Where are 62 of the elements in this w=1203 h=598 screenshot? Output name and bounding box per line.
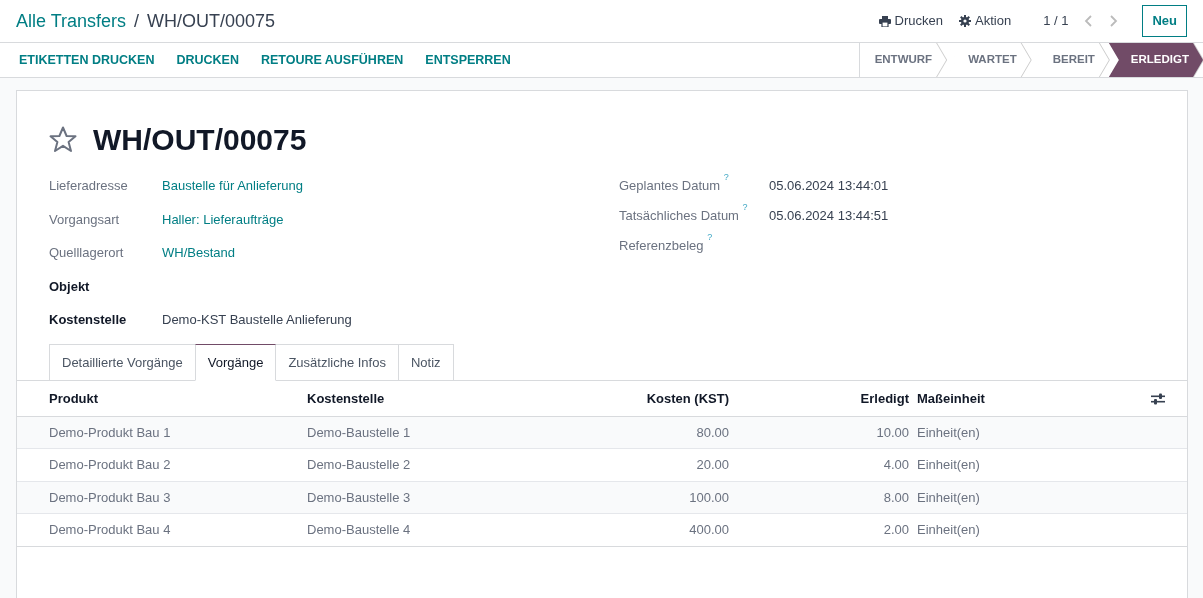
field-label: Geplantes Datum (619, 178, 721, 193)
action-bar-button[interactable]: DRUCKEN (165, 50, 250, 70)
table-cell: Demo-Baustelle 4 (303, 513, 553, 546)
new-button[interactable]: Neu (1142, 5, 1187, 37)
field-label: Referenzbeleg (619, 238, 704, 253)
star-icon[interactable] (49, 126, 77, 153)
table-cell: Demo-Produkt Bau 1 (17, 416, 303, 449)
table-cell: Demo-Produkt Bau 3 (17, 481, 303, 514)
table-cell: 10.00 (733, 416, 913, 449)
print-icon (878, 15, 891, 27)
table-cell: Einheit(en) (913, 481, 1147, 514)
print-button[interactable]: Drucken (878, 11, 943, 31)
field-value: 05.06.2024 13:44:01 (769, 177, 889, 195)
field-label: Kostenstelle (49, 311, 128, 329)
status-stage[interactable]: ERLEDIGT (1108, 43, 1203, 77)
breadcrumb-link[interactable]: Alle Transfers (16, 7, 127, 35)
record-title: WH/OUT/00075 (93, 122, 307, 158)
action-button[interactable]: Aktion (959, 11, 1012, 31)
table-cell: Demo-Produkt Bau 2 (17, 448, 303, 481)
table-cell: Einheit(en) (913, 416, 1147, 449)
field-link[interactable]: Baustelle für Anlieferung (162, 176, 303, 210)
breadcrumb-separator: / (134, 9, 140, 33)
column-header[interactable]: Kosten (KST) (553, 381, 733, 416)
table-cell: 2.00 (733, 513, 913, 546)
help-tooltip[interactable]: ? (723, 172, 729, 183)
table-cell: 400.00 (553, 513, 733, 546)
field-link[interactable]: Haller: Lieferaufträge (162, 209, 284, 243)
help-tooltip[interactable]: ? (707, 232, 713, 243)
optional-columns-icon[interactable] (1151, 393, 1165, 406)
table-cell: Demo-Produkt Bau 4 (17, 513, 303, 546)
action-bar-button[interactable]: ETIKETTEN DRUCKEN (8, 50, 166, 70)
table-cell: 100.00 (553, 481, 733, 514)
gear-icon (959, 15, 971, 27)
table-cell: 8.00 (733, 481, 913, 514)
table-cell: 80.00 (553, 416, 733, 449)
table-cell: Einheit(en) (913, 448, 1147, 481)
field-link[interactable]: WH/Bestand (162, 243, 235, 277)
table-cell: Demo-Baustelle 3 (303, 481, 553, 514)
notebook-tab[interactable]: Detaillierte Vorgänge (49, 343, 196, 381)
table-cell: Demo-Baustelle 1 (303, 416, 553, 449)
pager-counter: 1 / 1 (1043, 12, 1069, 31)
field-label: Quelllagerort (49, 244, 125, 262)
breadcrumb-current: WH/OUT/00075 (147, 9, 276, 33)
field-label: Lieferadresse (49, 177, 129, 195)
table-cell: 4.00 (733, 448, 913, 481)
action-bar-button[interactable]: RETOURE AUSFÜHREN (249, 50, 415, 70)
help-tooltip[interactable]: ? (742, 202, 748, 213)
field-label: Vorgangsart (49, 210, 121, 229)
column-header[interactable]: Maßeinheit (913, 381, 1147, 416)
table-cell: Einheit(en) (913, 513, 1147, 546)
notebook-tab[interactable]: Vorgänge (194, 343, 277, 381)
column-header[interactable]: Produkt (17, 381, 303, 416)
field-label: Objekt (49, 277, 91, 296)
table-cell: Demo-Baustelle 2 (303, 448, 553, 481)
field-value: 05.06.2024 13:44:51 (769, 207, 889, 225)
table-cell: 20.00 (553, 448, 733, 481)
field-label: Tatsächliches Datum (619, 208, 739, 223)
field-value: Demo-KST Baustelle Anlieferung (162, 311, 352, 329)
notebook-tab[interactable]: Notiz (397, 343, 454, 381)
column-header[interactable]: Kostenstelle (303, 381, 553, 416)
column-header[interactable]: Erledigt (733, 381, 913, 416)
action-bar-button[interactable]: ENTSPERREN (414, 50, 522, 70)
